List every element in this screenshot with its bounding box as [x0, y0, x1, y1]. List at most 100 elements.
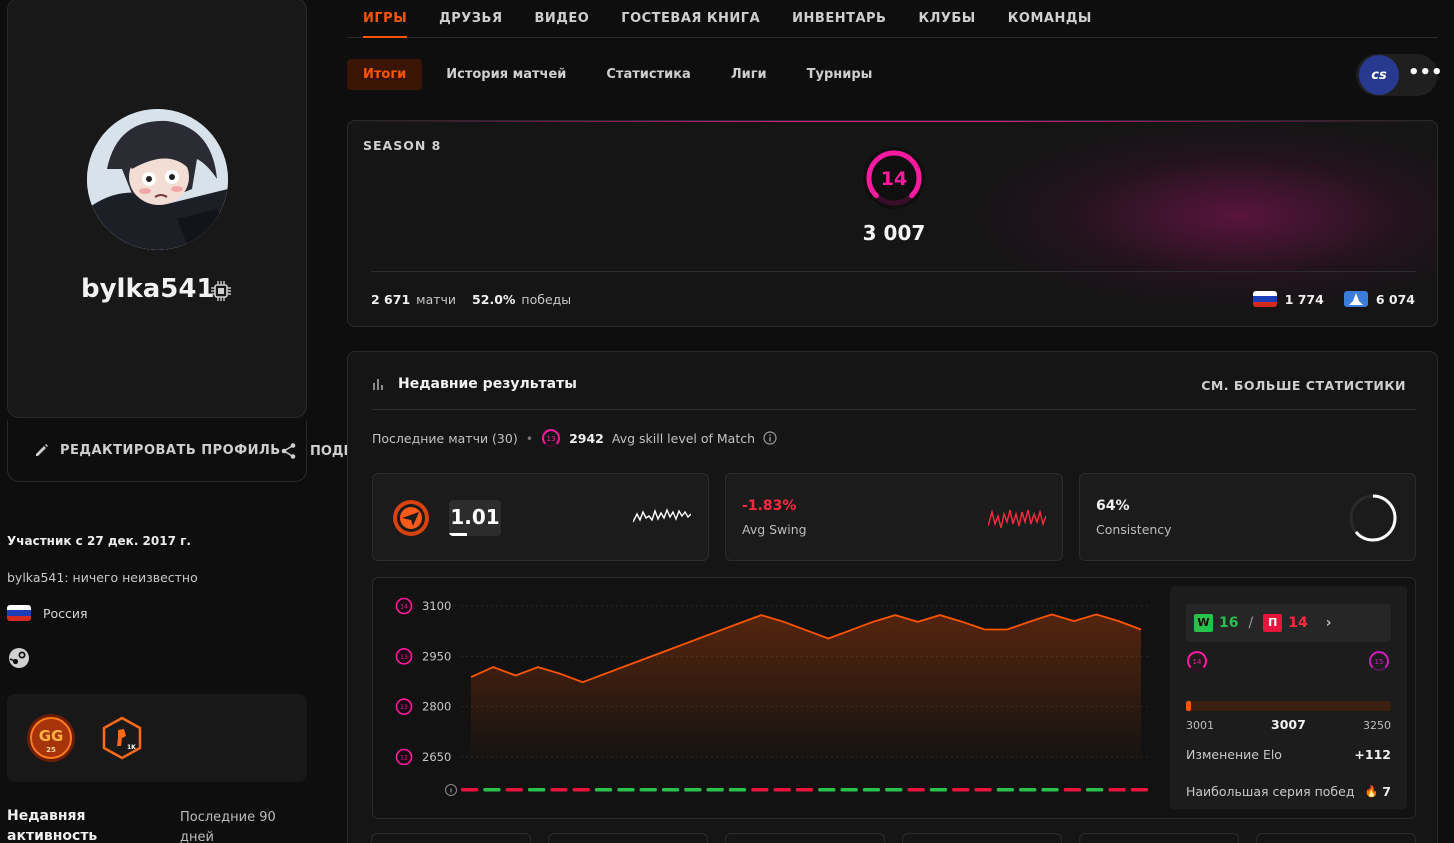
sub-nav-item[interactable]: Итоги	[347, 59, 423, 90]
loss-result-mark[interactable]	[572, 788, 590, 792]
win-result-mark[interactable]	[840, 788, 858, 792]
stat-card-1	[371, 833, 531, 843]
kd-stat-box[interactable]: 1.01	[372, 473, 709, 561]
member-since: Участник с 27 дек. 2017 г.	[7, 534, 191, 548]
win-result-mark[interactable]	[617, 788, 635, 792]
loss-result-mark[interactable]	[974, 788, 992, 792]
sub-nav-item[interactable]: Статистика	[590, 59, 706, 90]
1k-badge[interactable]: 1K	[100, 716, 144, 760]
loss-badge: П	[1263, 614, 1283, 632]
win-result-mark[interactable]	[1019, 788, 1037, 792]
win-result-mark[interactable]	[661, 788, 680, 792]
elo-area	[471, 614, 1141, 767]
recent-divider	[372, 409, 1416, 410]
streak-value-wrap: 🔥 7	[1365, 784, 1391, 799]
recent-results-header: Недавние результаты	[372, 376, 577, 392]
loss-result-mark[interactable]	[751, 788, 769, 792]
top-nav-item[interactable]: ДРУЗЬЯ	[439, 0, 502, 38]
y-tick-level-icon: 13	[395, 698, 413, 715]
country-rank-value: 1 774	[1284, 291, 1324, 307]
more-options-button[interactable]: •••	[1408, 62, 1443, 83]
sub-nav-item[interactable]: История матчей	[430, 59, 582, 90]
avatar[interactable]	[87, 109, 228, 250]
win-loss-summary[interactable]: W 16 / П 14 ›	[1186, 604, 1391, 642]
skill-level-icon: 14	[862, 146, 926, 210]
stat-card-6	[1256, 833, 1416, 843]
recent-activity-text: Недавняя активность	[7, 808, 98, 843]
loss-result-mark[interactable]	[773, 788, 791, 792]
recent-activity-period-text: Последние 90 дней	[180, 810, 276, 843]
loss-result-mark[interactable]	[1130, 788, 1148, 792]
recent-results-title: Недавние результаты	[398, 376, 577, 392]
sub-nav-item[interactable]: Лиги	[715, 59, 783, 90]
avg-skill-value: 2942	[569, 430, 604, 446]
win-result-mark[interactable]	[594, 788, 613, 792]
win-result-mark[interactable]	[528, 788, 546, 792]
range-min: 3001	[1186, 719, 1214, 732]
loss-result-mark[interactable]	[907, 788, 925, 792]
elo-chart-svg: 14 3100 13 2950 13 2800 12 2650	[395, 597, 1149, 796]
win-result-mark[interactable]	[862, 788, 881, 792]
top-nav-item[interactable]: ИНВЕНТАРЬ	[792, 0, 886, 38]
win-result-mark[interactable]	[483, 788, 501, 792]
swing-sparkline	[987, 502, 1047, 536]
loss-result-mark[interactable]	[1108, 788, 1126, 792]
season-label: SEASON 8	[363, 138, 442, 153]
loss-result-mark[interactable]	[550, 788, 568, 792]
loss-result-mark[interactable]	[461, 788, 479, 792]
profile-bio: bylka541: ничего неизвестно	[7, 570, 198, 585]
win-result-mark[interactable]	[1086, 788, 1104, 792]
win-result-mark[interactable]	[639, 788, 657, 792]
chevron-right-icon: ›	[1325, 615, 1332, 631]
share-button[interactable]: ПОДЕЛИТЬСЯ	[280, 442, 347, 460]
country-rank[interactable]: 1 774	[1252, 291, 1324, 307]
top-nav-item[interactable]: ИГРЫ	[363, 0, 408, 38]
avg-swing-box[interactable]: -1.83% Avg Swing	[725, 473, 1063, 561]
season-stats: 2 671 матчи 52.0% победы	[371, 292, 571, 307]
info-icon[interactable]	[763, 431, 777, 445]
consistency-ring	[1348, 493, 1398, 547]
top-nav: ИГРЫ ДРУЗЬЯ ВИДЕО ГОСТЕВАЯ КНИГА ИНВЕНТАРЬ КЛ…	[347, 0, 1438, 38]
top-nav-item[interactable]: КОМАНДЫ	[1008, 0, 1092, 38]
crosshair-icon	[391, 498, 431, 542]
win-result-mark[interactable]	[885, 788, 903, 792]
region-rank[interactable]: 6 074	[1343, 291, 1415, 307]
winrate-value: 52.0%	[472, 292, 516, 307]
y-tick-label: 2950	[422, 649, 451, 663]
range-max: 3250	[1363, 719, 1391, 732]
loss-result-mark[interactable]	[795, 788, 814, 792]
edit-profile-button[interactable]: РЕДАКТИРОВАТЬ ПРОФИЛЬ	[34, 442, 281, 458]
top-nav-item[interactable]: ВИДЕО	[534, 0, 589, 38]
win-result-mark[interactable]	[929, 788, 948, 792]
consistency-box[interactable]: 64% Consistency	[1079, 473, 1416, 561]
sub-nav-item[interactable]: Турниры	[791, 59, 889, 90]
win-result-mark[interactable]	[684, 788, 702, 792]
last-matches-label: Последние матчи (30)	[372, 430, 518, 446]
win-result-mark[interactable]	[728, 788, 747, 792]
win-result-mark[interactable]	[1041, 788, 1059, 792]
steam-icon[interactable]	[8, 647, 30, 669]
elo-change-row: Изменение Elo +112	[1186, 747, 1391, 762]
loss-result-mark[interactable]	[952, 788, 970, 792]
range-current: 3007	[1271, 717, 1306, 732]
cs-logo-icon[interactable]: cs	[1359, 55, 1399, 95]
loss-result-mark[interactable]	[505, 788, 523, 792]
top-nav-item[interactable]: ГОСТЕВАЯ КНИГА	[621, 0, 760, 38]
loss-result-mark[interactable]	[1063, 788, 1081, 792]
avg-swing-label: Avg Swing	[742, 522, 807, 537]
results-info-icon[interactable]	[445, 784, 457, 796]
win-result-mark[interactable]	[818, 788, 836, 792]
recent-activity-period[interactable]: Последние 90 дней	[180, 808, 290, 843]
y-tick-level: 14	[400, 604, 408, 611]
kd-value: 1.01	[449, 500, 501, 536]
share-icon	[281, 443, 296, 459]
top-nav-item[interactable]: КЛУБЫ	[918, 0, 975, 38]
kd-sparkline	[632, 502, 692, 536]
win-result-mark[interactable]	[706, 788, 724, 792]
see-more-stats-link[interactable]: СМ. БОЛЬШЕ СТАТИСТИКИ	[1201, 378, 1406, 393]
gg-badge[interactable]: GG 25	[26, 713, 76, 763]
gg-badge-text: GG	[39, 727, 64, 745]
edit-profile-label: РЕДАКТИРОВАТЬ ПРОФИЛЬ	[60, 442, 281, 458]
season-divider	[371, 271, 1416, 272]
win-result-mark[interactable]	[996, 788, 1014, 792]
